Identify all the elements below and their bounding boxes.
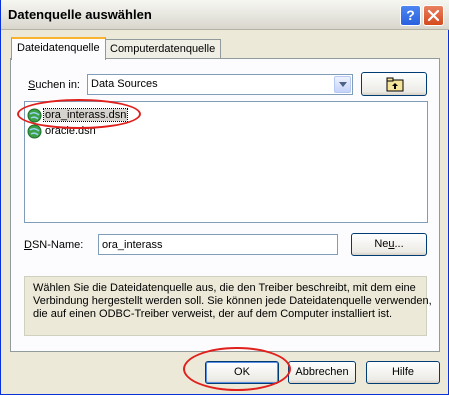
close-button[interactable] (423, 5, 444, 26)
dialog-window: Datenquelle auswählen ? Computerdatenque… (0, 0, 449, 395)
chevron-down-icon (339, 82, 347, 87)
cancel-button[interactable]: Abbrechen (288, 361, 356, 384)
dsn-name-label: DSN-Name: (24, 239, 84, 251)
dropdown-arrow-button[interactable] (334, 76, 351, 93)
file-name: ora_interass.dsn (42, 108, 129, 122)
lookin-dropdown[interactable]: Data Sources (87, 74, 353, 95)
new-button[interactable]: Neu... (351, 233, 427, 256)
lookin-label: Suchen in: (28, 79, 80, 91)
up-folder-button[interactable] (361, 72, 427, 96)
help-button[interactable]: Hilfe (366, 361, 440, 384)
tab-label: Dateidatenquelle (17, 42, 100, 54)
folder-up-icon (386, 77, 404, 92)
tab-label: Computerdatenquelle (110, 43, 216, 55)
info-line: Wählen Sie die Dateidatenquelle aus, die… (33, 282, 416, 294)
close-icon (427, 9, 440, 22)
file-name: oracle.dsn (45, 125, 96, 137)
dsn-file-icon (27, 108, 42, 123)
dsn-file-icon (27, 124, 42, 139)
info-text-box: Wählen Sie die Dateidatenquelle aus, die… (24, 276, 432, 336)
info-line: die auf einen ODBC-Treiber verweist, der… (33, 308, 393, 320)
dsn-name-input[interactable] (98, 234, 338, 255)
ok-button[interactable]: OK (205, 361, 279, 384)
info-line: Verbindung hergestellt werden soll. Sie … (33, 295, 432, 307)
window-title: Datenquelle auswählen (8, 7, 152, 22)
tab-dateidatenquelle[interactable]: Dateidatenquelle (11, 37, 106, 60)
file-list[interactable]: ora_interass.dsn oracle.dsn (24, 101, 428, 223)
tab-computerdatenquelle[interactable]: Computerdatenquelle (104, 39, 222, 59)
lookin-value: Data Sources (91, 78, 158, 90)
help-titlebar-button[interactable]: ? (400, 5, 421, 26)
title-bar[interactable]: Datenquelle auswählen ? (1, 0, 449, 30)
